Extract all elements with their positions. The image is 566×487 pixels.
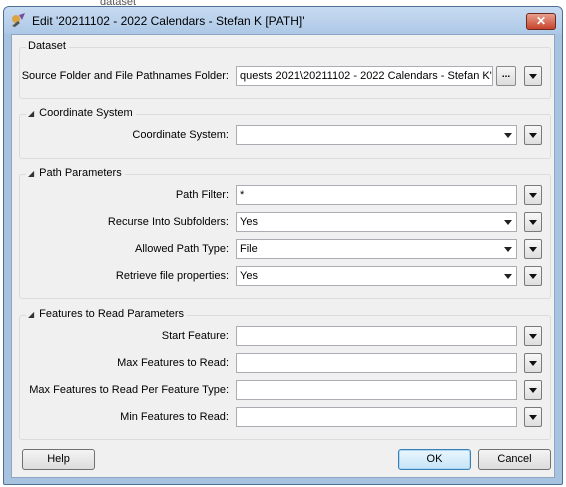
allowed-path-type-label: Allowed Path Type: (135, 243, 229, 255)
path-parameters-group-header[interactable]: ◢ Path Parameters (26, 167, 125, 179)
coordinate-system-header-label: Coordinate System (39, 107, 133, 119)
dialog-body: Dataset Source Folder and File Pathnames… (11, 34, 555, 478)
retrieve-properties-row: Retrieve file properties: Yes (12, 266, 556, 286)
max-features-per-type-label: Max Features to Read Per Feature Type: (29, 384, 229, 396)
help-button[interactable]: Help (22, 449, 95, 470)
min-features-label: Min Features to Read: (120, 411, 229, 423)
start-feature-row: Start Feature: (12, 326, 556, 346)
coordinate-system-select[interactable] (236, 125, 517, 145)
min-features-menu-button[interactable] (524, 407, 542, 427)
coordinate-system-group-header[interactable]: ◢ Coordinate System (26, 107, 136, 119)
collapse-triangle-icon[interactable]: ◢ (28, 169, 34, 178)
source-folder-row: Source Folder and File Pathnames Folder:… (12, 66, 556, 86)
retrieve-properties-label: Retrieve file properties: (115, 270, 229, 282)
path-filter-row: Path Filter: * (12, 185, 556, 205)
max-features-menu-button[interactable] (524, 353, 542, 373)
max-features-field[interactable] (236, 353, 517, 373)
coordinate-system-row: Coordinate System: (12, 125, 556, 145)
cancel-button[interactable]: Cancel (478, 449, 551, 470)
max-features-per-type-menu-button[interactable] (524, 380, 542, 400)
recurse-label: Recurse Into Subfolders: (107, 216, 229, 228)
start-feature-menu-button[interactable] (524, 326, 542, 346)
coordinate-system-label: Coordinate System: (132, 129, 229, 141)
path-filter-menu-button[interactable] (524, 185, 542, 205)
retrieve-properties-select[interactable]: Yes (236, 266, 517, 286)
path-parameters-header-label: Path Parameters (39, 167, 122, 179)
features-to-read-header-label: Features to Read Parameters (39, 308, 185, 320)
source-folder-field[interactable]: quests 2021\20211102 - 2022 Calendars - … (236, 66, 493, 86)
max-features-per-type-field[interactable] (236, 380, 517, 400)
allowed-path-type-menu-button[interactable] (524, 239, 542, 259)
start-feature-field[interactable] (236, 326, 517, 346)
min-features-row: Min Features to Read: (12, 407, 556, 427)
dataset-header-label: Dataset (28, 40, 66, 52)
min-features-field[interactable] (236, 407, 517, 427)
max-features-row: Max Features to Read: (12, 353, 556, 373)
allowed-path-type-select[interactable]: File (236, 239, 517, 259)
fme-workbench-icon (12, 13, 25, 27)
max-features-label: Max Features to Read: (117, 357, 229, 369)
edit-dialog: Edit '20211102 - 2022 Calendars - Stefan… (3, 6, 563, 485)
collapse-triangle-icon[interactable]: ◢ (28, 310, 34, 319)
close-button[interactable]: ✕ (526, 13, 556, 30)
path-filter-field[interactable]: * (236, 185, 517, 205)
window-title: Edit '20211102 - 2022 Calendars - Stefan… (32, 14, 305, 28)
start-feature-label: Start Feature: (161, 330, 229, 342)
max-features-per-type-row: Max Features to Read Per Feature Type: (12, 380, 556, 400)
recurse-select[interactable]: Yes (236, 212, 517, 232)
coordinate-system-menu-button[interactable] (524, 125, 542, 145)
features-to-read-group-header[interactable]: ◢ Features to Read Parameters (26, 308, 188, 320)
title-bar[interactable]: Edit '20211102 - 2022 Calendars - Stefan… (4, 7, 562, 34)
browse-button[interactable]: ... (496, 66, 516, 86)
source-folder-menu-button[interactable] (524, 66, 542, 86)
dataset-group-header: Dataset (26, 40, 69, 52)
source-folder-label: Source Folder and File Pathnames Folder: (21, 70, 229, 82)
ok-button[interactable]: OK (398, 449, 471, 470)
recurse-row: Recurse Into Subfolders: Yes (12, 212, 556, 232)
path-filter-label: Path Filter: (175, 189, 229, 201)
collapse-triangle-icon[interactable]: ◢ (28, 109, 34, 118)
retrieve-properties-menu-button[interactable] (524, 266, 542, 286)
recurse-menu-button[interactable] (524, 212, 542, 232)
allowed-path-type-row: Allowed Path Type: File (12, 239, 556, 259)
